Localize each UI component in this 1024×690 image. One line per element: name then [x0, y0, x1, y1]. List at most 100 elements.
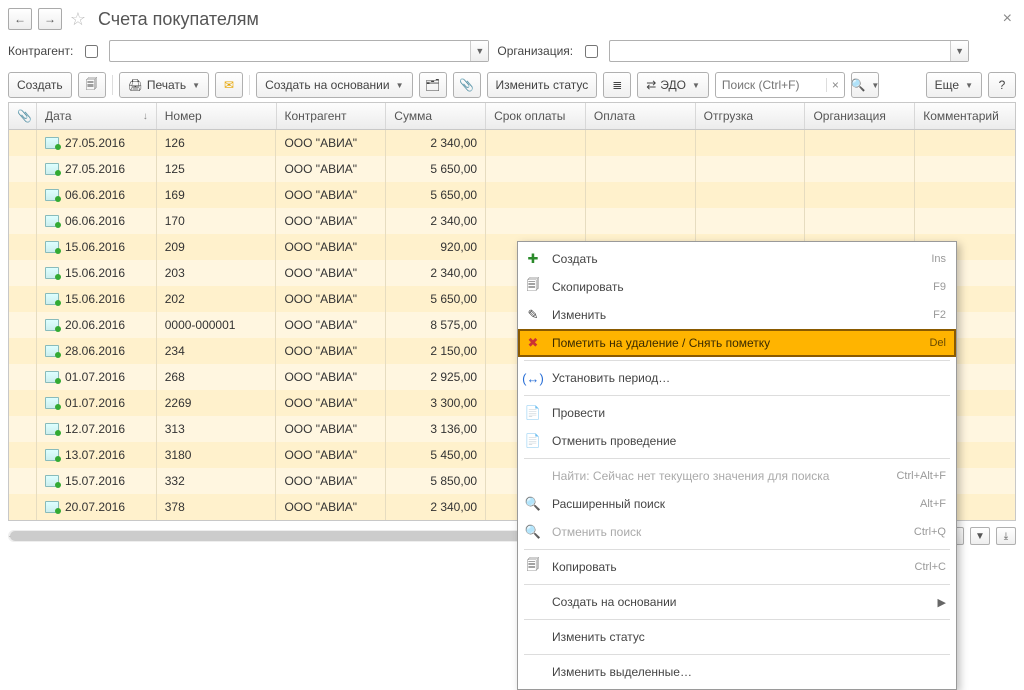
cell-date-text: 15.06.2016: [65, 240, 125, 254]
table-row[interactable]: 06.06.2016169ООО "АВИА"5 650,00: [9, 182, 1015, 208]
cell-date-text: 20.06.2016: [65, 318, 125, 332]
ctx-set-period[interactable]: (↔)Установить период…: [518, 364, 956, 392]
cell-date-text: 06.06.2016: [65, 214, 125, 228]
th-org[interactable]: Организация: [805, 103, 915, 129]
cell-date: 20.07.2016: [37, 494, 157, 520]
cell-number: 3180: [157, 442, 277, 468]
ctx-change-selected[interactable]: Изменить выделенные…: [518, 658, 956, 686]
ctx-copy[interactable]: 🗐СкопироватьF9: [518, 273, 956, 301]
document-posted-icon: [45, 371, 59, 383]
cell-date: 15.07.2016: [37, 468, 157, 494]
close-icon[interactable]: ×: [999, 10, 1016, 28]
document-posted-icon: [45, 215, 59, 227]
ctx-create[interactable]: ✚СоздатьIns: [518, 245, 956, 273]
ctx-post[interactable]: 📄Провести: [518, 399, 956, 427]
chevron-down-icon: ▼: [192, 81, 200, 90]
create-button[interactable]: Создать: [8, 72, 72, 98]
cell-ship: [696, 156, 806, 182]
document-posted-icon: [45, 397, 59, 409]
cell-number: 169: [157, 182, 277, 208]
related-docs-button[interactable]: 🗂: [419, 72, 447, 98]
cell-attach: [9, 286, 37, 312]
cell-number: 313: [157, 416, 277, 442]
change-status-button[interactable]: Изменить статус: [487, 72, 598, 98]
ctx-sep: [524, 395, 950, 396]
filter-contragent-label: Контрагент:: [8, 44, 73, 58]
chevron-down-icon[interactable]: ▼: [950, 41, 968, 61]
th-number[interactable]: Номер: [157, 103, 277, 129]
filter-contragent-checkbox[interactable]: [85, 45, 98, 58]
goto-down-button[interactable]: ▼: [970, 527, 990, 545]
list-icon: ≣: [612, 78, 622, 92]
nav-back-button[interactable]: ←: [8, 8, 32, 30]
ctx-adv-search[interactable]: 🔍Расширенный поискAlt+F: [518, 490, 956, 518]
search-box[interactable]: ×: [715, 72, 845, 98]
cell-number: 126: [157, 130, 277, 156]
ctx-unpost[interactable]: 📄Отменить проведение: [518, 427, 956, 455]
th-due[interactable]: Срок оплаты: [486, 103, 586, 129]
th-sum[interactable]: Сумма: [386, 103, 486, 129]
search-button[interactable]: 🔍▼: [851, 72, 879, 98]
cell-contragent: ООО "АВИА": [276, 390, 386, 416]
cell-sum: 5 850,00: [386, 468, 486, 494]
cell-date-text: 15.07.2016: [65, 474, 125, 488]
copy-doc-button[interactable]: 🗐: [78, 72, 106, 98]
chevron-down-icon[interactable]: ▼: [470, 41, 488, 61]
th-ship[interactable]: Отгрузка: [696, 103, 806, 129]
cell-contragent: ООО "АВИА": [276, 234, 386, 260]
search-input[interactable]: [716, 78, 826, 92]
chevron-down-icon: ▼: [692, 81, 700, 90]
clear-search-icon[interactable]: ×: [826, 78, 844, 92]
help-button[interactable]: ?: [988, 72, 1016, 98]
copy-icon: 🗐: [524, 279, 542, 295]
cell-number: 332: [157, 468, 277, 494]
cell-ship: [696, 130, 806, 156]
goto-last-button[interactable]: ⤓: [996, 527, 1016, 545]
th-pay[interactable]: Оплата: [586, 103, 696, 129]
print-button-label: Печать: [147, 78, 186, 92]
cell-due: [486, 182, 586, 208]
cell-attach: [9, 442, 37, 468]
ctx-change-status[interactable]: Изменить статус: [518, 623, 956, 651]
cell-contragent: ООО "АВИА": [276, 416, 386, 442]
th-date[interactable]: Дата↓: [37, 103, 157, 129]
ctx-mark-delete[interactable]: ✖Пометить на удаление / Снять пометкуDel: [518, 329, 956, 357]
mail-button[interactable]: ✉: [215, 72, 243, 98]
th-comment[interactable]: Комментарий: [915, 103, 1015, 129]
cell-date: 13.07.2016: [37, 442, 157, 468]
cell-number: 0000-000001: [157, 312, 277, 338]
th-contragent[interactable]: Контрагент: [277, 103, 387, 129]
table-row[interactable]: 06.06.2016170ООО "АВИА"2 340,00: [9, 208, 1015, 234]
table-row[interactable]: 27.05.2016126ООО "АВИА"2 340,00: [9, 130, 1015, 156]
nav-forward-button[interactable]: →: [38, 8, 62, 30]
cell-date: 27.05.2016: [37, 130, 157, 156]
clipboard-icon: 🗐: [524, 559, 542, 575]
print-button[interactable]: 🖨Печать▼: [119, 72, 209, 98]
period-icon: (↔): [524, 370, 542, 386]
delete-mark-icon: ✖: [524, 335, 542, 351]
more-button[interactable]: Еще▼: [926, 72, 982, 98]
cell-comment: [915, 156, 1015, 182]
cell-date-text: 06.06.2016: [65, 188, 125, 202]
ctx-edit[interactable]: ✎ИзменитьF2: [518, 301, 956, 329]
cell-org: [805, 182, 915, 208]
ctx-find: Найти: Сейчас нет текущего значения для …: [518, 462, 956, 490]
ctx-create-based[interactable]: Создать на основании▶: [518, 588, 956, 616]
list-settings-button[interactable]: ≣: [603, 72, 631, 98]
ctx-copy-clipboard[interactable]: 🗐КопироватьCtrl+C: [518, 553, 956, 581]
cell-number: 202: [157, 286, 277, 312]
unpost-icon: 📄: [524, 433, 542, 449]
th-attach[interactable]: 📎: [9, 103, 37, 129]
favorite-star-icon[interactable]: ☆: [68, 9, 88, 29]
cell-date-text: 13.07.2016: [65, 448, 125, 462]
attach-button[interactable]: 📎: [453, 72, 481, 98]
filter-org-checkbox[interactable]: [585, 45, 598, 58]
create-based-button[interactable]: Создать на основании▼: [256, 72, 412, 98]
edo-button[interactable]: ⇄ЭДО▼: [637, 72, 709, 98]
edo-label: ЭДО: [660, 78, 686, 92]
filter-org-combo[interactable]: ▼: [609, 40, 969, 62]
table-row[interactable]: 27.05.2016125ООО "АВИА"5 650,00: [9, 156, 1015, 182]
cell-pay: [586, 208, 696, 234]
filter-contragent-combo[interactable]: ▼: [109, 40, 489, 62]
chevron-down-icon: ▼: [871, 81, 879, 90]
